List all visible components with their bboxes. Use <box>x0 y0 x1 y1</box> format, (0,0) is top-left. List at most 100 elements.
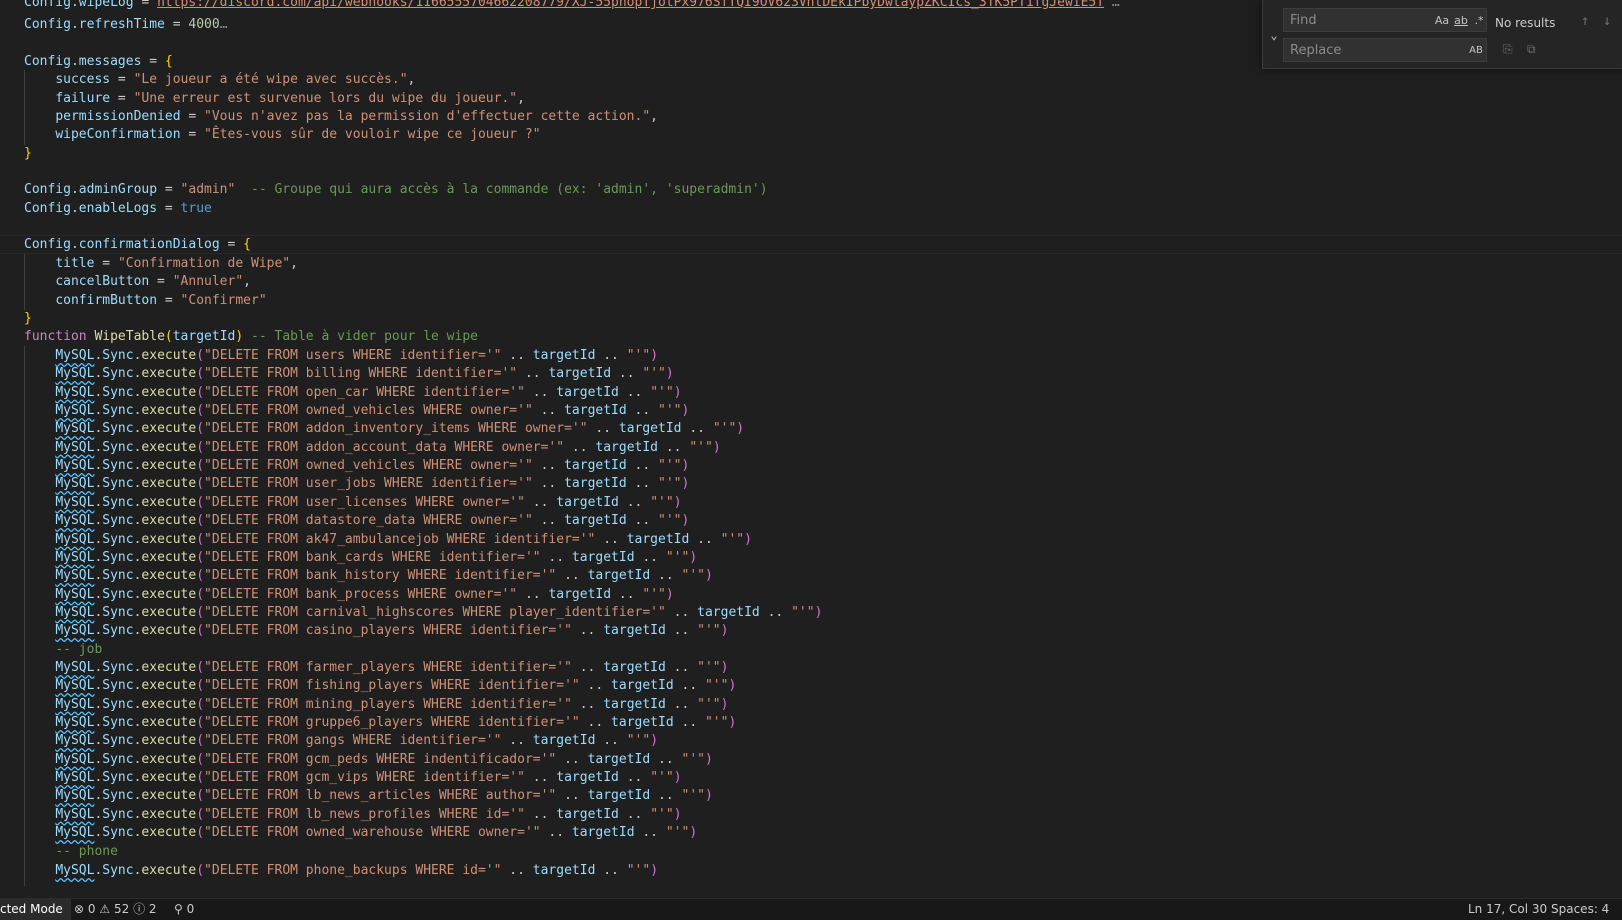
sql-string: "DELETE FROM lb_news_profiles WHERE id='… <box>204 806 525 822</box>
paren: ) <box>720 660 729 675</box>
sync-member: Sync <box>102 788 134 804</box>
code-line[interactable]: title = "Confirmation de Wipe", <box>24 254 298 273</box>
code-line[interactable]: MySQL.Sync.execute("DELETE FROM gcm_peds… <box>24 750 713 769</box>
cursor-position[interactable]: Ln 17, Col 30 <box>1468 899 1547 920</box>
target-id-var: targetId <box>532 733 596 749</box>
paren: ( <box>196 513 205 529</box>
replace-all-icon[interactable]: ⧉ <box>1527 42 1536 57</box>
code-line[interactable]: MySQL.Sync.execute("DELETE FROM gcm_vips… <box>24 768 682 787</box>
code-line[interactable]: MySQL.Sync.execute("DELETE FROM users WH… <box>24 346 658 365</box>
code-line[interactable]: Config.wipeLog = https://discord.com/api… <box>24 0 1120 12</box>
webhook-url[interactable]: https://discord.com/api/webhooks/1166555… <box>157 0 1104 10</box>
quote-string: "'" <box>650 806 674 822</box>
sql-string: "DELETE FROM addon_inventory_items WHERE… <box>204 421 588 437</box>
code-line[interactable]: MySQL.Sync.execute("DELETE FROM owned_ve… <box>24 456 689 475</box>
preserve-case-toggle[interactable]: AB <box>1468 42 1484 59</box>
boolean-literal: true <box>180 201 212 216</box>
arrow-up-icon[interactable]: ↑ <box>1581 13 1589 29</box>
indentation-indicator[interactable]: Spaces: 4 <box>1551 899 1609 920</box>
code-line[interactable]: Config.enableLogs = true <box>24 199 212 218</box>
code-line[interactable]: MySQL.Sync.execute("DELETE FROM lb_news_… <box>24 805 681 824</box>
paren: ( <box>196 458 205 474</box>
code-line[interactable]: MySQL.Sync.execute("DELETE FROM datastor… <box>24 511 689 530</box>
code-line[interactable]: -- job <box>24 640 102 659</box>
code-line[interactable]: MySQL.Sync.execute("DELETE FROM lb_news_… <box>24 786 713 805</box>
regex-toggle[interactable]: .* <box>1472 12 1486 29</box>
code-line[interactable]: MySQL.Sync.execute("DELETE FROM addon_in… <box>24 419 744 438</box>
code-line[interactable]: MySQL.Sync.execute("DELETE FROM open_car… <box>24 383 681 402</box>
code-line[interactable]: success = "Le joueur a été wipe avec suc… <box>24 70 415 89</box>
paren: ) <box>744 531 752 547</box>
mysql-object: MySQL <box>55 733 95 749</box>
code-line[interactable]: MySQL.Sync.execute("DELETE FROM ak47_amb… <box>24 530 752 549</box>
code-line[interactable]: MySQL.Sync.execute("DELETE FROM mining_p… <box>24 695 728 714</box>
code-line[interactable]: MySQL.Sync.execute("DELETE FROM carnival… <box>24 603 822 622</box>
paren: ( <box>196 678 205 694</box>
code-line[interactable]: } <box>24 144 32 163</box>
code-line[interactable]: MySQL.Sync.execute("DELETE FROM fishing_… <box>24 676 736 695</box>
code-line[interactable]: failure = "Une erreur est survenue lors … <box>24 89 525 108</box>
paren: ( <box>196 825 205 841</box>
function-name: WipeTable <box>94 329 165 344</box>
replace-box: AB <box>1283 38 1487 62</box>
quote-string: "'" <box>665 549 690 565</box>
replace-input[interactable] <box>1290 41 1430 59</box>
sql-string: "DELETE FROM owned_warehouse WHERE owner… <box>204 825 541 841</box>
sync-member: Sync <box>102 586 134 602</box>
whole-word-toggle[interactable]: ab <box>1452 12 1470 29</box>
sync-member: Sync <box>102 770 134 786</box>
problems-indicator[interactable]: ⊗ 0 ⚠ 52 ⓘ 2 <box>74 899 157 920</box>
code-line[interactable]: MySQL.Sync.execute("DELETE FROM phone_ba… <box>24 861 658 880</box>
quote-string: "'" <box>689 439 713 455</box>
code-line[interactable]: permissionDenied = "Vous n'avez pas la p… <box>24 107 658 126</box>
quote-string: "'" <box>681 788 705 804</box>
target-id-var: targetId <box>532 348 596 363</box>
code-line[interactable]: MySQL.Sync.execute("DELETE FROM bank_his… <box>24 566 713 585</box>
paren: ) <box>712 439 721 455</box>
code-line[interactable]: -- phone <box>24 842 118 861</box>
code-line[interactable]: MySQL.Sync.execute("DELETE FROM user_job… <box>24 474 689 493</box>
code-line[interactable]: MySQL.Sync.execute("DELETE FROM farmer_p… <box>24 658 728 677</box>
quote-string: "'" <box>650 770 674 786</box>
paren: ) <box>673 770 682 786</box>
code-line[interactable]: MySQL.Sync.execute("DELETE FROM owned_ve… <box>24 401 689 420</box>
ports-indicator[interactable]: ⚲ 0 <box>174 899 194 920</box>
code-line[interactable]: Config.confirmationDialog = { <box>24 235 251 254</box>
quote-string: "'" <box>697 696 721 712</box>
code-line[interactable]: function WipeTable(targetId) -- Table à … <box>24 327 478 346</box>
code-line[interactable]: wipeConfirmation = "Êtes-vous sûr de vou… <box>24 125 540 144</box>
match-case-toggle[interactable]: Aa <box>1434 12 1450 29</box>
code-line[interactable]: cancelButton = "Annuler", <box>24 272 251 291</box>
restricted-mode-indicator[interactable]: cted Mode <box>0 899 71 920</box>
mysql-object: MySQL <box>55 348 95 363</box>
mysql-object: MySQL <box>55 770 95 786</box>
code-line[interactable]: confirmButton = "Confirmer" <box>24 291 266 310</box>
code-line[interactable]: Config.adminGroup = "admin" -- Groupe qu… <box>24 180 768 199</box>
quote-string: "'" <box>658 476 682 492</box>
code-editor[interactable]: Config.wipeLog = https://discord.com/api… <box>0 0 1622 898</box>
code-line[interactable]: MySQL.Sync.execute("DELETE FROM bank_car… <box>24 548 697 567</box>
code-line[interactable]: MySQL.Sync.execute("DELETE FROM gruppe6_… <box>24 713 736 732</box>
find-input[interactable] <box>1290 11 1430 29</box>
code-line[interactable]: MySQL.Sync.execute("DELETE FROM owned_wa… <box>24 823 697 842</box>
sync-member: Sync <box>102 825 134 841</box>
code-line[interactable]: } <box>24 309 32 328</box>
code-line[interactable]: MySQL.Sync.execute("DELETE FROM billing … <box>24 364 673 383</box>
code-line[interactable]: MySQL.Sync.execute("DELETE FROM gangs WH… <box>24 731 658 750</box>
mysql-object: MySQL <box>55 751 95 767</box>
code-line[interactable]: MySQL.Sync.execute("DELETE FROM casino_p… <box>24 621 728 640</box>
config-var: Config.enableLogs <box>24 201 158 216</box>
arrow-down-icon[interactable]: ↓ <box>1603 13 1611 29</box>
replace-one-icon[interactable]: ⎘ <box>1503 42 1513 57</box>
code-line[interactable]: Config.refreshTime = 4000… <box>24 15 228 34</box>
target-id-var: targetId <box>611 678 674 694</box>
code-line[interactable]: MySQL.Sync.execute("DELETE FROM user_lic… <box>24 493 681 512</box>
execute-method: execute <box>141 604 197 620</box>
execute-method: execute <box>141 531 197 547</box>
chevron-down-icon[interactable]: ⌄ <box>1267 28 1281 42</box>
code-line[interactable]: Config.messages = { <box>24 52 173 71</box>
code-line[interactable]: MySQL.Sync.execute("DELETE FROM bank_pro… <box>24 585 673 604</box>
code-line[interactable]: MySQL.Sync.execute("DELETE FROM addon_ac… <box>24 438 721 457</box>
execute-method: execute <box>141 421 197 437</box>
quote-string: "'" <box>712 421 737 437</box>
